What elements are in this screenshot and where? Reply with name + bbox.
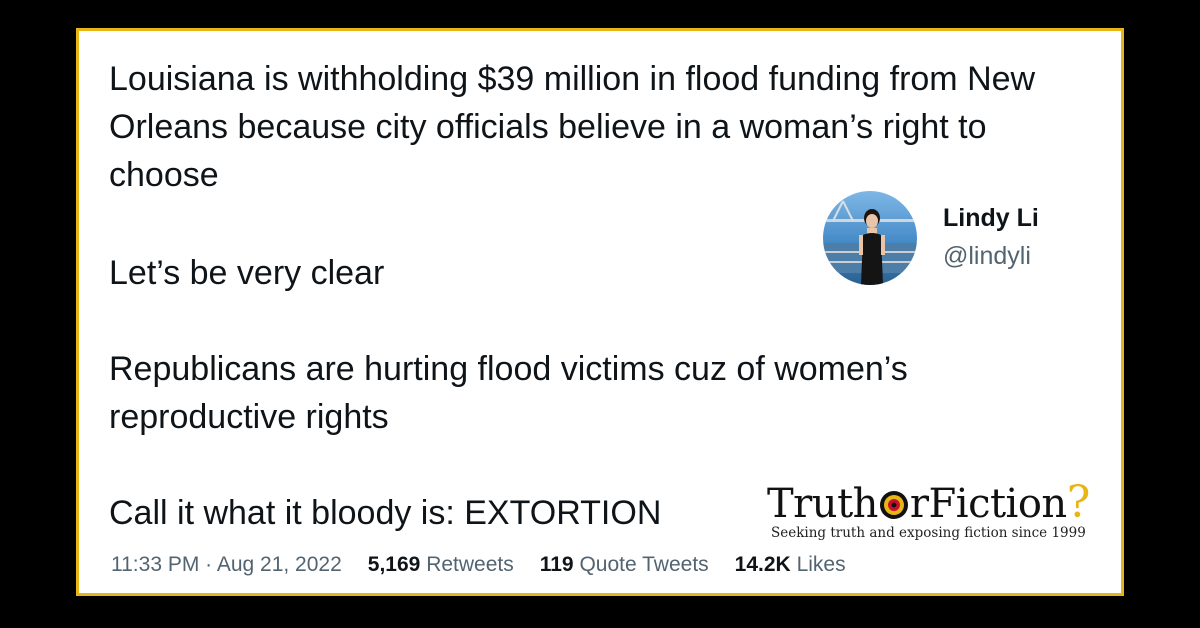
truthorfiction-logo: Truth rFiction? Seeking truth and exposi… <box>767 477 1107 547</box>
tweet-paragraph-2: Let’s be very clear <box>109 254 385 292</box>
tweet-paragraph-3: Republicans are hurting flood victims cu… <box>109 350 908 436</box>
author-handle[interactable]: @lindyli <box>943 242 1031 271</box>
target-icon <box>879 491 908 519</box>
avatar[interactable] <box>823 191 917 285</box>
quote-tweets-label[interactable]: Quote Tweets <box>579 553 708 576</box>
quote-tweets-count[interactable]: 119 <box>540 553 574 576</box>
tweet-meta: 11:33 PM · Aug 21, 2022 5,169 Retweets 119… <box>111 553 846 577</box>
likes-count[interactable]: 14.2K <box>735 553 791 576</box>
tweet-timestamp[interactable]: 11:33 PM · Aug 21, 2022 <box>111 553 342 576</box>
logo-text-fiction: rFiction <box>909 481 1067 527</box>
retweets-label[interactable]: Retweets <box>426 553 514 576</box>
logo-wordmark: Truth rFiction? <box>767 477 1090 528</box>
logo-question-mark: ? <box>1066 477 1091 528</box>
tweet-paragraph-1: Louisiana is withholding $39 million in … <box>109 60 1036 194</box>
retweets-count[interactable]: 5,169 <box>368 553 421 576</box>
author-name[interactable]: Lindy Li <box>943 204 1039 233</box>
logo-text-truth: Truth <box>767 481 878 527</box>
logo-tagline: Seeking truth and exposing fiction since… <box>771 525 1086 541</box>
tweet-paragraph-4: Call it what it bloody is: EXTORTION <box>109 494 662 532</box>
author-block[interactable]: Lindy Li @lindyli <box>823 188 1113 288</box>
likes-label[interactable]: Likes <box>797 553 846 576</box>
avatar-photo-icon <box>823 191 917 285</box>
tweet-card: Louisiana is withholding $39 million in … <box>76 28 1124 596</box>
